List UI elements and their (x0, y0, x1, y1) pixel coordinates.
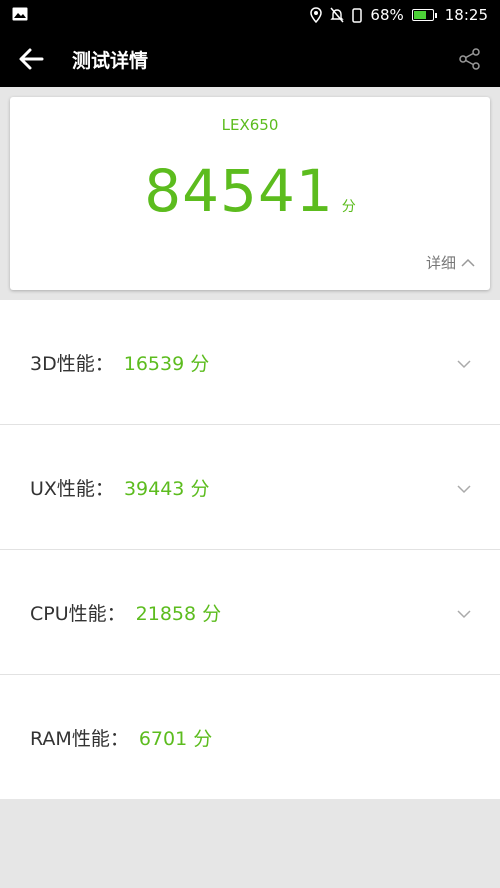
battery-icon (411, 9, 437, 21)
result-label: CPU性能： (30, 602, 126, 625)
chevron-down-icon (456, 354, 472, 373)
chevron-down-icon (456, 604, 472, 623)
result-score: 39443 分 (123, 477, 210, 500)
total-score-card: LEX650 84541 分 详细 (10, 97, 490, 290)
result-label: RAM性能： (30, 727, 129, 750)
mute-icon (330, 7, 345, 23)
result-label: UX性能： (30, 477, 114, 500)
location-icon (310, 7, 323, 23)
detail-label: 详细 (425, 254, 456, 272)
page-title: 测试详情 (72, 50, 149, 72)
results-list: 3D性能： 16539 分 UX性能： 39443 分 CPU性能： 21858… (0, 300, 500, 799)
back-arrow-icon[interactable] (18, 47, 44, 71)
total-score-row: 84541 分 (10, 157, 490, 225)
battery-percent: 68% (370, 6, 404, 24)
result-row-cpu[interactable]: CPU性能： 21858 分 (0, 550, 500, 675)
clock: 18:25 (444, 6, 488, 24)
result-score: 16539 分 (123, 352, 210, 375)
chevron-down-icon (456, 479, 472, 498)
detail-toggle-button[interactable]: 详细 (426, 252, 476, 273)
share-icon[interactable] (458, 47, 482, 75)
result-label: 3D性能： (30, 352, 114, 375)
result-row-ram: RAM性能： 6701 分 (0, 675, 500, 799)
result-score: 21858 分 (135, 602, 222, 625)
total-score: 84541 (144, 157, 334, 225)
device-model: LEX650 (221, 116, 279, 134)
score-unit: 分 (341, 199, 356, 215)
portrait-lock-icon (352, 7, 363, 23)
status-bar: 68% 18:25 (0, 0, 500, 30)
result-row-ux[interactable]: UX性能： 39443 分 (0, 425, 500, 550)
chevron-up-icon (460, 254, 476, 272)
app-bar: 测试详情 (0, 30, 500, 87)
image-icon (12, 7, 28, 21)
result-score: 6701 分 (138, 727, 213, 750)
result-row-3d[interactable]: 3D性能： 16539 分 (0, 300, 500, 425)
